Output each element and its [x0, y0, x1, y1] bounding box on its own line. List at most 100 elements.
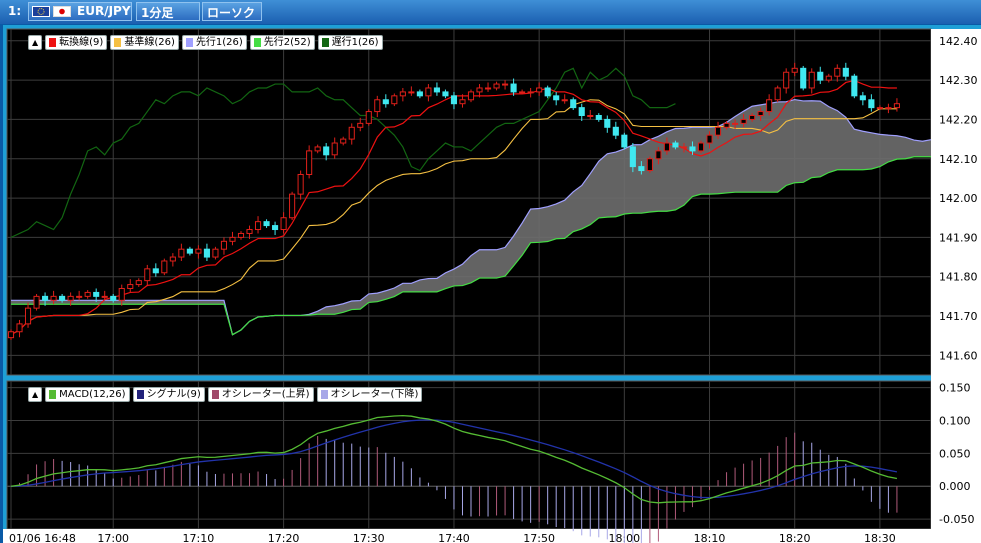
- candle-body: [459, 99, 466, 105]
- candle-body: [408, 91, 415, 94]
- legend-swatch: [321, 38, 329, 47]
- timeframe-label: 1分足: [141, 6, 174, 20]
- candle-body: [825, 75, 832, 81]
- candle-body: [382, 99, 389, 105]
- candle-body: [672, 142, 679, 148]
- candle-body: [757, 111, 764, 117]
- candle-body: [723, 122, 730, 128]
- candle-body: [161, 260, 168, 274]
- candle-body: [263, 221, 270, 227]
- candle-body: [229, 236, 236, 242]
- candle-body: [110, 295, 117, 301]
- candle-body: [203, 248, 210, 258]
- legend-chikou[interactable]: 遅行1(26): [317, 35, 383, 50]
- legend-senkou2[interactable]: 先行2(52): [249, 35, 315, 50]
- candle-body: [502, 83, 509, 86]
- candle-body: [280, 217, 287, 231]
- candle-body: [544, 87, 551, 97]
- candle-body: [783, 71, 790, 89]
- legend-tenkan[interactable]: 転換線(9): [45, 35, 108, 50]
- currency-pair-label: EUR/JPY: [77, 4, 131, 18]
- candle-body: [629, 146, 636, 168]
- candle-body: [42, 295, 49, 301]
- legend-swatch: [49, 390, 57, 399]
- candle-body: [859, 95, 866, 101]
- main-collapse-button[interactable]: ▲: [28, 35, 43, 50]
- chart-svg[interactable]: 01/06 16:48 17:00 17:10 17:20 17:30 17:40 17:5…: [3, 25, 981, 543]
- candle-body: [76, 295, 83, 298]
- candle-body: [331, 142, 338, 156]
- candle-body: [297, 173, 304, 195]
- candle-body: [306, 150, 313, 175]
- price-tick-label: 142.10: [939, 153, 978, 166]
- chart-style-selector[interactable]: ローソク: [202, 2, 262, 21]
- candle-body: [374, 99, 381, 113]
- candle-body: [732, 122, 739, 125]
- legend-swatch: [185, 38, 193, 47]
- time-tick-label: 18:30: [864, 532, 896, 543]
- candle-body: [357, 122, 364, 128]
- legend-signal[interactable]: シグナル(9): [132, 387, 205, 402]
- legend-label: 基準線(26): [124, 37, 175, 48]
- legend-label: オシレーター(上昇): [221, 389, 310, 400]
- candle-body: [766, 99, 773, 113]
- candle-body: [144, 268, 151, 282]
- candle-body: [237, 232, 245, 238]
- timeframe-selector[interactable]: 1分足: [136, 2, 200, 21]
- eu-flag-icon: [32, 6, 50, 17]
- candle-body: [570, 99, 577, 109]
- candle-body: [885, 107, 892, 110]
- candle-body: [519, 91, 526, 94]
- candle-body: [612, 126, 619, 136]
- chart-slot-label: 1:: [8, 4, 22, 18]
- legend-senkou1[interactable]: 先行1(26): [181, 35, 247, 50]
- candle-body: [553, 95, 560, 101]
- time-tick-label: 17:40: [438, 532, 470, 543]
- legend-swatch: [114, 38, 122, 47]
- legend-osc-down[interactable]: オシレーター(下降): [316, 387, 423, 402]
- candle-body: [638, 166, 645, 172]
- candle-body: [510, 83, 517, 93]
- candle-body: [842, 67, 849, 77]
- chart-style-label: ローソク: [207, 6, 256, 20]
- currency-pair-selector[interactable]: EUR/JPY: [28, 2, 132, 21]
- price-tick-label: 141.80: [939, 271, 978, 284]
- candle-body: [169, 256, 176, 262]
- legend-swatch: [253, 38, 261, 47]
- time-tick-label: 18:20: [779, 532, 811, 543]
- legend-swatch: [211, 390, 219, 399]
- macd-panel: [6, 380, 932, 530]
- sub-collapse-button[interactable]: ▲: [28, 387, 43, 402]
- price-tick-label: 142.40: [939, 35, 978, 48]
- collapse-triangle-icon: ▲: [32, 38, 39, 47]
- candle-body: [604, 118, 611, 128]
- toolbar: 1: EUR/JPY 1分足 ローソク: [0, 0, 981, 24]
- candle-body: [655, 150, 662, 160]
- candle-body: [467, 91, 475, 101]
- candle-body: [67, 295, 74, 301]
- chart-area[interactable]: 01/06 16:48 17:00 17:10 17:20 17:30 17:40 17:5…: [3, 25, 981, 543]
- legend-osc-up[interactable]: オシレーター(上昇): [207, 387, 314, 402]
- candle-body: [689, 146, 696, 152]
- candle-body: [646, 158, 653, 172]
- candle-body: [50, 295, 57, 301]
- candle-body: [254, 221, 262, 231]
- candle-body: [893, 103, 900, 109]
- time-tick-label: 17:20: [268, 532, 300, 543]
- macd-tick-label: 0.100: [939, 414, 971, 427]
- sub-legend: ▲ MACD(12,26) シグナル(9) オシレーター(上昇) オシレーター(…: [28, 387, 423, 402]
- legend-macd[interactable]: MACD(12,26): [45, 387, 130, 402]
- legend-label: MACD(12,26): [59, 389, 126, 400]
- price-tick-label: 141.60: [939, 349, 978, 362]
- candle-body: [442, 91, 449, 97]
- candle-body: [323, 146, 330, 156]
- candle-body: [706, 134, 713, 144]
- macd-tick-label: 0.050: [939, 447, 971, 460]
- candle-body: [876, 107, 883, 110]
- candle-body: [680, 146, 688, 149]
- candle-body: [93, 291, 100, 297]
- legend-kijun[interactable]: 基準線(26): [110, 35, 179, 50]
- candle-body: [416, 91, 423, 97]
- candle-body: [220, 240, 228, 250]
- candle-body: [791, 67, 798, 73]
